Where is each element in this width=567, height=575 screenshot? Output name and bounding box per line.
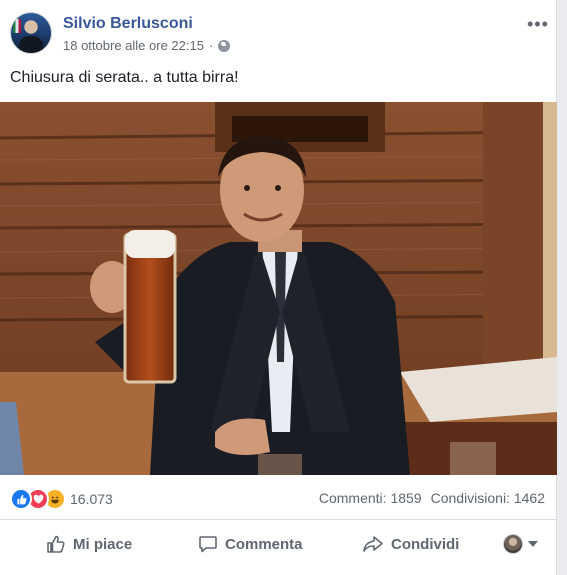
share-icon (363, 536, 383, 552)
photo-illustration (0, 102, 557, 475)
post-header: Silvio Berlusconi 18 ottobre alle ore 22… (0, 0, 557, 64)
thumbs-up-icon (47, 535, 65, 553)
post-meta: 18 ottobre alle ore 22:15 · (63, 38, 231, 53)
reaction-as-selector[interactable] (503, 534, 538, 554)
feed-post: Silvio Berlusconi 18 ottobre alle ore 22… (0, 0, 557, 575)
post-caption: Chiusura di serata.. a tutta birra! (10, 69, 239, 86)
reactions-summary[interactable]: 16.073 (10, 488, 113, 510)
shares-count[interactable]: Condivisioni: 1462 (431, 490, 545, 506)
flag-decoration (13, 19, 21, 33)
author-name[interactable]: Silvio Berlusconi (63, 15, 193, 33)
like-button[interactable]: Mi piace (46, 521, 132, 567)
comment-label: Commenta (225, 535, 303, 553)
like-label: Mi piace (73, 535, 133, 553)
engagement-counts: Commenti: 1859 Condivisioni: 1462 (319, 490, 545, 506)
avatar-figure (19, 36, 43, 53)
separator-dot: · (208, 38, 214, 53)
globe-icon[interactable] (218, 39, 231, 52)
post-timestamp[interactable]: 18 ottobre alle ore 22:15 (63, 38, 204, 53)
comments-count[interactable]: Commenti: 1859 (319, 490, 422, 506)
chevron-down-icon (528, 541, 538, 547)
post-actions: Mi piace Commenta Condividi (0, 521, 557, 567)
post-photo[interactable] (0, 102, 557, 475)
reaction-count: 16.073 (70, 491, 113, 507)
comment-icon (199, 536, 217, 553)
user-avatar (503, 534, 523, 554)
like-icon (10, 488, 32, 510)
author-avatar[interactable] (10, 12, 52, 54)
post-stats: 16.073 Commenti: 1859 Condivisioni: 1462 (0, 476, 557, 520)
comment-button[interactable]: Commenta (198, 521, 303, 567)
more-options-icon[interactable]: ••• (527, 14, 549, 35)
share-button[interactable]: Condividi (362, 521, 459, 567)
share-label: Condividi (391, 535, 460, 553)
